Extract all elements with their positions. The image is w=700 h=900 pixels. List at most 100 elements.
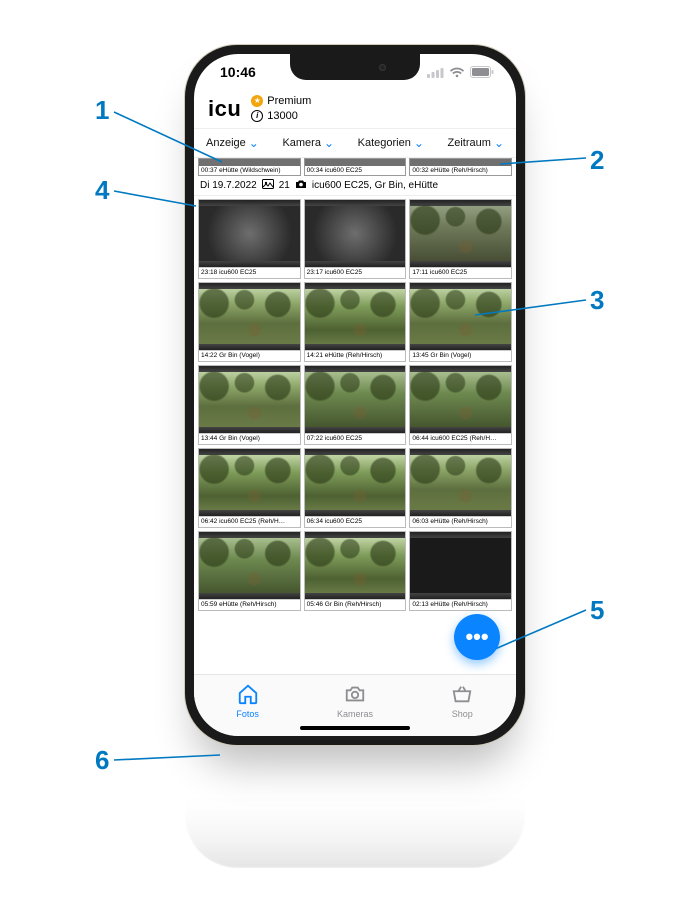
thumb-image (410, 532, 511, 599)
more-actions-fab[interactable]: ••• (454, 614, 500, 660)
thumb-caption: 13:45 Gr Bin (Vogel) (410, 350, 511, 361)
callout-4: 4 (95, 175, 109, 206)
callout-2: 2 (590, 145, 604, 176)
signal-icon (427, 67, 444, 78)
tab-fotos[interactable]: Fotos (194, 675, 301, 726)
thumb-image (199, 449, 300, 516)
credits: 13000 (267, 109, 298, 124)
photo-thumb[interactable]: 06:03 eHütte (Reh/Hirsch) (409, 448, 512, 528)
app-logo: icu (208, 96, 241, 122)
chevron-down-icon: ⌄ (414, 137, 424, 149)
thumb-caption: 14:22 Gr Bin (Vogel) (199, 350, 300, 361)
notch (290, 54, 420, 80)
thumb-peek[interactable]: 00:34 icu600 EC25 (304, 158, 407, 176)
thumb-image (305, 532, 406, 599)
photo-thumb[interactable]: 06:34 icu600 EC25 (304, 448, 407, 528)
phone-reflection (185, 748, 525, 868)
tab-label: Fotos (236, 709, 259, 719)
chevron-down-icon: ⌄ (324, 137, 334, 149)
chevron-down-icon: ⌄ (249, 137, 259, 149)
thumb-caption: 14:21 eHütte (Reh/Hirsch) (305, 350, 406, 361)
callout-5: 5 (590, 595, 604, 626)
phone-frame: 10:46 (185, 45, 525, 745)
camera-icon (295, 179, 307, 192)
filter-bar: Anzeige ⌄ Kamera ⌄ Kategorien ⌄ Zeitraum… (194, 128, 516, 158)
filter-label: Kamera (282, 137, 321, 149)
thumb-caption: 06:44 icu600 EC25 (Reh/H… (410, 433, 511, 444)
thumb-image (199, 366, 300, 433)
thumb-caption: 05:59 eHütte (Reh/Hirsch) (199, 599, 300, 610)
screen: 10:46 (194, 54, 516, 736)
prev-day-peek: 00:37 eHütte (Wildschwein) 00:34 icu600 … (194, 158, 516, 176)
day-header: Di 19.7.2022 21 icu600 EC25, Gr Bin, eHü… (194, 176, 516, 196)
filter-label: Zeitraum (448, 137, 491, 149)
photo-thumb[interactable]: 02:13 eHütte (Reh/Hirsch) (409, 531, 512, 611)
tab-label: Kameras (337, 709, 373, 719)
thumb-caption: 00:34 icu600 EC25 (305, 166, 406, 175)
thumb-caption: 02:13 eHütte (Reh/Hirsch) (410, 599, 511, 610)
battery-icon (470, 66, 494, 78)
app-header: icu ★ Premium i 13000 (194, 90, 516, 128)
photo-thumb[interactable]: 23:17 icu600 EC25 (304, 199, 407, 279)
photo-thumb[interactable]: 06:42 icu600 EC25 (Reh/H… (198, 448, 301, 528)
photo-thumb[interactable]: 06:44 icu600 EC25 (Reh/H… (409, 365, 512, 445)
photo-thumb[interactable]: 14:21 eHütte (Reh/Hirsch) (304, 282, 407, 362)
home-indicator[interactable] (300, 726, 410, 730)
grid-row: 23:18 icu600 EC25 23:17 icu600 EC25 17:11 … (198, 199, 512, 279)
photo-thumb[interactable]: 14:22 Gr Bin (Vogel) (198, 282, 301, 362)
callout-3: 3 (590, 285, 604, 316)
thumb-image (305, 449, 406, 516)
thumb-caption: 17:11 icu600 EC25 (410, 267, 511, 278)
thumb-image (305, 200, 406, 267)
filter-kategorien[interactable]: Kategorien ⌄ (352, 135, 430, 151)
tab-label: Shop (452, 709, 473, 719)
thumb-peek[interactable]: 00:37 eHütte (Wildschwein) (198, 158, 301, 176)
plan-label: Premium (267, 94, 311, 109)
thumb-peek[interactable]: 00:32 eHütte (Reh/Hirsch) (409, 158, 512, 176)
thumb-image (410, 449, 511, 516)
thumb-image (199, 532, 300, 599)
more-icon: ••• (465, 624, 488, 650)
tab-shop[interactable]: Shop (409, 675, 516, 726)
thumb-caption: 06:03 eHütte (Reh/Hirsch) (410, 516, 511, 527)
photo-thumb[interactable]: 05:46 Gr Bin (Reh/Hirsch) (304, 531, 407, 611)
thumb-image (410, 366, 511, 433)
basket-icon (451, 683, 473, 707)
grid-row: 05:59 eHütte (Reh/Hirsch) 05:46 Gr Bin (R… (198, 531, 512, 611)
thumb-caption: 13:44 Gr Bin (Vogel) (199, 433, 300, 444)
thumb-caption: 06:42 icu600 EC25 (Reh/H… (199, 516, 300, 527)
photo-thumb[interactable]: 07:22 icu600 EC25 (304, 365, 407, 445)
photo-thumb[interactable]: 13:44 Gr Bin (Vogel) (198, 365, 301, 445)
grid-row: 06:42 icu600 EC25 (Reh/H… 06:34 icu600 EC… (198, 448, 512, 528)
callout-1: 1 (95, 95, 109, 126)
thumb-image (199, 283, 300, 350)
grid-row: 13:44 Gr Bin (Vogel) 07:22 icu600 EC25 06:… (198, 365, 512, 445)
photo-thumb[interactable]: 05:59 eHütte (Reh/Hirsch) (198, 531, 301, 611)
photo-icon (262, 179, 274, 192)
thumb-image (199, 200, 300, 267)
filter-label: Anzeige (206, 137, 246, 149)
thumb-caption: 23:18 icu600 EC25 (199, 267, 300, 278)
photo-thumb[interactable]: 17:11 icu600 EC25 (409, 199, 512, 279)
photo-thumb[interactable]: 23:18 icu600 EC25 (198, 199, 301, 279)
thumb-caption: 07:22 icu600 EC25 (305, 433, 406, 444)
thumb-image (305, 283, 406, 350)
thumb-caption: 23:17 icu600 EC25 (305, 267, 406, 278)
photo-grid[interactable]: 23:18 icu600 EC25 23:17 icu600 EC25 17:11 … (194, 196, 516, 674)
filter-anzeige[interactable]: Anzeige ⌄ (200, 135, 265, 151)
tab-kameras[interactable]: Kameras (301, 675, 408, 726)
thumb-image (410, 283, 511, 350)
thumb-caption: 06:34 icu600 EC25 (305, 516, 406, 527)
thumb-image (410, 200, 511, 267)
camera-icon (344, 683, 366, 707)
filter-label: Kategorien (358, 137, 411, 149)
callout-6: 6 (95, 745, 109, 776)
day-date: Di 19.7.2022 (200, 180, 257, 191)
home-icon (237, 683, 259, 707)
filter-kamera[interactable]: Kamera ⌄ (276, 135, 340, 151)
grid-row: 14:22 Gr Bin (Vogel) 14:21 eHütte (Reh/Hi… (198, 282, 512, 362)
filter-zeitraum[interactable]: Zeitraum ⌄ (442, 135, 510, 151)
info-icon[interactable]: i (251, 110, 263, 122)
thumb-caption: 05:46 Gr Bin (Reh/Hirsch) (305, 599, 406, 610)
photo-thumb[interactable]: 13:45 Gr Bin (Vogel) (409, 282, 512, 362)
